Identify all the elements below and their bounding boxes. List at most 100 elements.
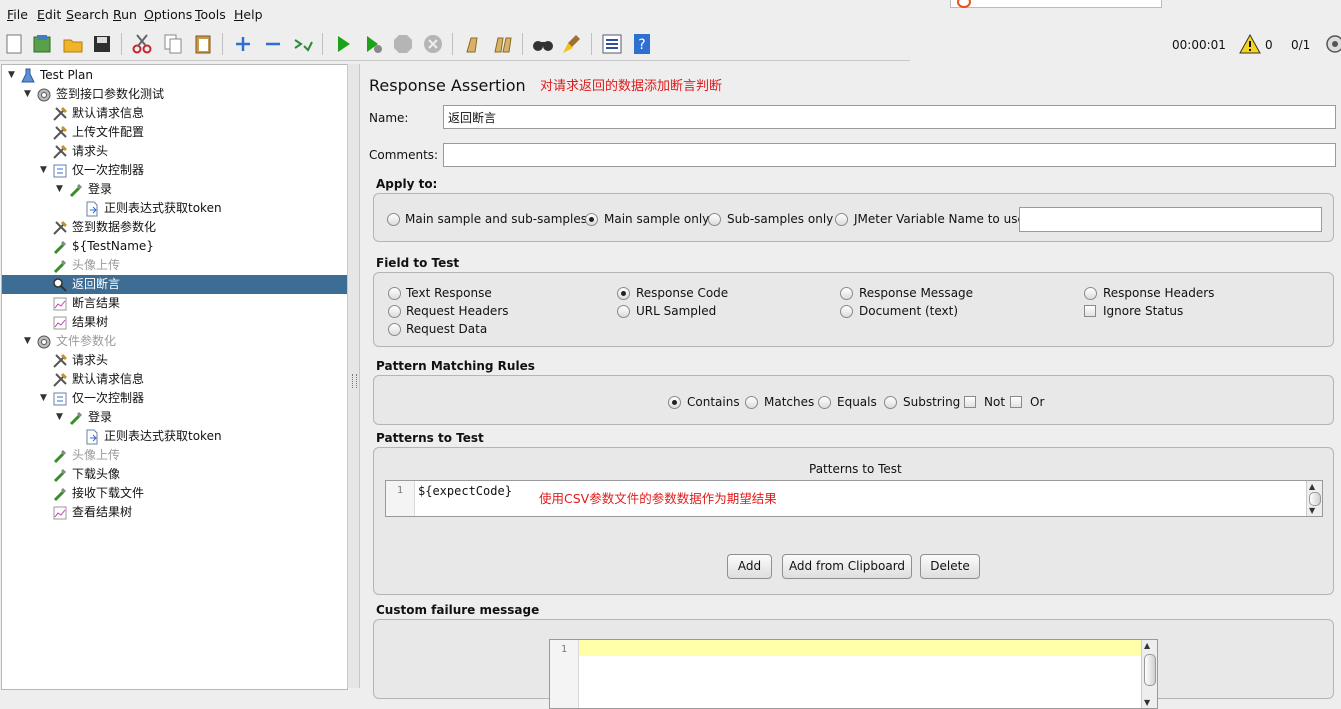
menu-edit[interactable]: Edit: [37, 7, 61, 22]
field-to-test-group: Text Response Request Headers Request Da…: [373, 272, 1334, 347]
tree-node-label: 默认请求信息: [72, 106, 145, 120]
open-icon[interactable]: [61, 32, 85, 56]
apply-main-and-sub-radio[interactable]: [387, 213, 400, 226]
menu-run[interactable]: Run: [113, 7, 137, 22]
reset-search-icon[interactable]: [560, 32, 584, 56]
start-icon[interactable]: [331, 32, 355, 56]
document-text-radio[interactable]: [840, 305, 853, 318]
failure-message-editor[interactable]: 1 ▲ ▼: [549, 639, 1158, 709]
request-data-radio[interactable]: [388, 323, 401, 336]
menu-file[interactable]: File: [7, 7, 28, 22]
equals-radio[interactable]: [818, 396, 831, 409]
menu-search[interactable]: Search: [66, 7, 109, 22]
toggle-icon[interactable]: [291, 32, 315, 56]
config-element-icon: [52, 144, 68, 160]
sampler-icon: [52, 258, 68, 274]
patterns-scrollbar[interactable]: ▲ ▼: [1306, 481, 1322, 516]
collapse-icon[interactable]: [261, 32, 285, 56]
add-from-clipboard-button[interactable]: Add from Clipboard: [782, 554, 912, 579]
failure-message-title: Custom failure message: [376, 603, 540, 617]
variable-name-field[interactable]: [1019, 207, 1322, 232]
search-icon[interactable]: [531, 32, 555, 56]
pattern-value[interactable]: ${expectCode}: [418, 484, 512, 498]
pattern-rules-title: Pattern Matching Rules: [376, 359, 535, 373]
substring-label: Substring: [903, 395, 961, 409]
warning-icon[interactable]: [1239, 33, 1261, 54]
remote-engines-icon[interactable]: [1325, 34, 1341, 54]
tree-node-label: 默认请求信息: [72, 372, 145, 386]
expand-toggle-icon[interactable]: ▼: [24, 332, 34, 351]
menu-options[interactable]: Options: [144, 7, 192, 22]
apply-variable-radio[interactable]: [835, 213, 848, 226]
clear-all-icon[interactable]: [491, 32, 515, 56]
ignore-status-label: Ignore Status: [1103, 304, 1184, 318]
thread-group-icon: [36, 334, 52, 350]
menu-tools[interactable]: Tools: [195, 7, 226, 22]
elapsed-time: 00:00:01: [1172, 38, 1226, 52]
field-to-test-title: Field to Test: [376, 256, 460, 270]
response-message-radio[interactable]: [840, 287, 853, 300]
url-sampled-label: URL Sampled: [636, 304, 717, 318]
cut-icon[interactable]: [130, 32, 154, 56]
toolbar-separator: [591, 33, 592, 55]
brand-logo-icon: [957, 0, 971, 8]
menu-help[interactable]: Help: [234, 7, 263, 22]
expand-toggle-icon[interactable]: ▼: [56, 180, 66, 199]
ignore-status-checkbox[interactable]: [1084, 305, 1096, 317]
templates-icon[interactable]: [30, 32, 54, 56]
tree-node-label: ${TestName}: [72, 239, 154, 253]
delete-button[interactable]: Delete: [920, 554, 980, 579]
matches-radio[interactable]: [745, 396, 758, 409]
toolbar-separator: [222, 33, 223, 55]
comments-label: Comments:: [369, 148, 439, 162]
scroll-up-icon[interactable]: ▲: [1144, 641, 1150, 650]
apply-variable-label: JMeter Variable Name to use: [854, 212, 1025, 226]
scroll-down-icon[interactable]: ▼: [1309, 506, 1315, 515]
contains-radio[interactable]: [668, 396, 681, 409]
help-icon[interactable]: ?: [630, 32, 654, 56]
text-response-radio[interactable]: [388, 287, 401, 300]
name-field[interactable]: 返回断言: [443, 105, 1336, 129]
new-icon[interactable]: [2, 32, 26, 56]
response-headers-radio[interactable]: [1084, 287, 1097, 300]
scroll-down-icon[interactable]: ▼: [1144, 698, 1150, 707]
clear-icon[interactable]: [461, 32, 485, 56]
apply-sub-only-radio[interactable]: [708, 213, 721, 226]
tree-node-label: Test Plan: [40, 68, 93, 82]
add-button[interactable]: Add: [727, 554, 772, 579]
tree-node[interactable]: 返回断言: [2, 275, 347, 294]
scroll-thumb[interactable]: [1144, 654, 1156, 686]
paste-icon[interactable]: [191, 32, 215, 56]
expand-toggle-icon[interactable]: ▼: [56, 408, 66, 427]
expand-toggle-icon[interactable]: ▼: [40, 161, 50, 180]
function-helper-icon[interactable]: [600, 32, 624, 56]
apply-main-only-radio[interactable]: [585, 213, 598, 226]
toolbar-separator: [322, 33, 323, 55]
failure-scrollbar[interactable]: ▲ ▼: [1141, 640, 1157, 708]
tree-node-label: 正则表达式获取token: [104, 201, 222, 215]
test-plan-tree[interactable]: ▼ Test Plan ▼ 签到接口参数化测试 默认请求信息 上传文件配置 请求头 ▼ 仅一次控…: [1, 64, 348, 690]
expand-icon[interactable]: [231, 32, 255, 56]
stop-icon[interactable]: [391, 32, 415, 56]
substring-radio[interactable]: [884, 396, 897, 409]
response-code-radio[interactable]: [617, 287, 630, 300]
equals-label: Equals: [837, 395, 877, 409]
shutdown-icon[interactable]: [421, 32, 445, 56]
start-no-pause-icon[interactable]: [361, 32, 385, 56]
expand-toggle-icon[interactable]: ▼: [40, 389, 50, 408]
or-checkbox[interactable]: [1010, 396, 1022, 408]
scroll-thumb[interactable]: [1309, 492, 1321, 506]
request-headers-radio[interactable]: [388, 305, 401, 318]
expand-toggle-icon[interactable]: ▼: [8, 66, 18, 85]
scroll-up-icon[interactable]: ▲: [1309, 482, 1315, 491]
not-checkbox[interactable]: [964, 396, 976, 408]
copy-icon[interactable]: [161, 32, 185, 56]
expand-toggle-icon[interactable]: ▼: [24, 85, 34, 104]
toolbar-divider: [0, 60, 910, 61]
save-icon[interactable]: [90, 32, 114, 56]
post-processor-icon: [84, 201, 100, 217]
sampler-icon: [68, 182, 84, 198]
comments-field[interactable]: [443, 143, 1336, 167]
url-sampled-radio[interactable]: [617, 305, 630, 318]
patterns-editor[interactable]: 1 ${expectCode} 使用CSV参数文件的参数数据作为期望结果 ▲ ▼: [385, 480, 1323, 517]
